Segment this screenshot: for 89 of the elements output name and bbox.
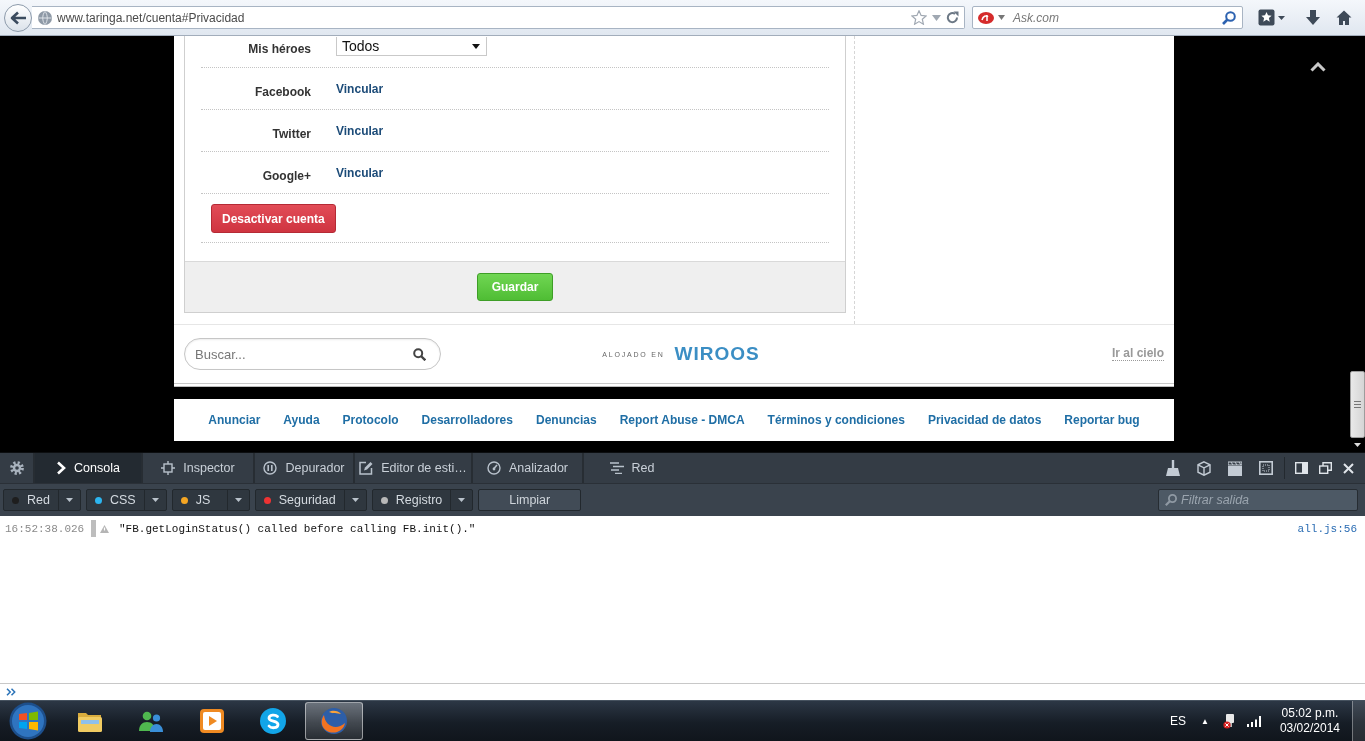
folder-icon bbox=[77, 710, 103, 732]
bookmarks-icon[interactable] bbox=[1258, 9, 1285, 26]
caret-icon bbox=[151, 498, 159, 502]
pause-icon bbox=[263, 461, 278, 475]
warning-icon bbox=[100, 524, 109, 533]
footer-link[interactable]: Desarrolladores bbox=[421, 413, 513, 427]
side-panel-icon[interactable] bbox=[1295, 462, 1308, 474]
restore-window-icon[interactable] bbox=[1319, 462, 1332, 474]
caret-icon bbox=[472, 43, 480, 49]
dropdown[interactable]: Todos bbox=[336, 37, 487, 56]
back-button[interactable] bbox=[4, 3, 32, 32]
reload-icon[interactable] bbox=[946, 11, 959, 24]
globe-icon bbox=[321, 708, 347, 734]
search-icon[interactable] bbox=[413, 347, 426, 361]
download-icon[interactable] bbox=[1306, 9, 1320, 26]
chevron-up-icon[interactable] bbox=[1310, 62, 1326, 72]
footer-link[interactable]: Anunciar bbox=[208, 413, 261, 427]
timestamp: 16:52:38.026 bbox=[4, 522, 86, 535]
filter-button[interactable]: JS bbox=[171, 489, 250, 511]
footer-link[interactable]: Ayuda bbox=[283, 413, 320, 427]
taskbar-app[interactable] bbox=[305, 702, 363, 740]
footer-link[interactable]: Términos y condiciones bbox=[767, 413, 905, 427]
field-label: Mis héroes bbox=[247, 42, 311, 56]
search-engine-icon bbox=[978, 11, 994, 24]
cube-icon[interactable] bbox=[1197, 460, 1211, 476]
console-chevron-icon bbox=[56, 461, 67, 475]
devtools-tab[interactable]: Consola bbox=[33, 453, 141, 483]
frame-icon[interactable] bbox=[1259, 461, 1273, 475]
deactivate-button[interactable]: Desactivar cuenta bbox=[211, 204, 336, 233]
scrollbar-thumb[interactable] bbox=[1349, 371, 1365, 438]
footer-link[interactable]: Reportar bug bbox=[1064, 413, 1140, 427]
field-label: Twitter bbox=[271, 127, 311, 141]
footer-link[interactable]: Report Abuse - DMCA bbox=[619, 413, 745, 427]
footer-link[interactable]: Protocolo bbox=[342, 413, 399, 427]
url-field[interactable]: www.taringa.net/cuenta#Privacidad bbox=[32, 6, 965, 29]
field-label: Google+ bbox=[261, 169, 311, 183]
footer-link[interactable]: Denuncias bbox=[536, 413, 597, 427]
search-field[interactable]: Ask.com bbox=[972, 6, 1243, 29]
grip-icon bbox=[1353, 401, 1361, 408]
console-input[interactable] bbox=[0, 683, 1365, 700]
edit-icon bbox=[359, 461, 374, 475]
link[interactable]: Vincular bbox=[336, 82, 384, 96]
show-desktop-button[interactable] bbox=[1352, 701, 1365, 741]
search-icon bbox=[1165, 494, 1177, 506]
inspect-square-icon bbox=[161, 461, 176, 475]
clock-time[interactable]: 05:02 p.m. bbox=[1281, 706, 1339, 721]
list-lines-icon bbox=[609, 462, 624, 474]
clear-button[interactable]: Limpiar bbox=[478, 489, 582, 511]
caret-icon bbox=[66, 498, 73, 502]
language-indicator[interactable]: ES bbox=[1170, 714, 1186, 728]
settings-icon[interactable] bbox=[9, 461, 24, 475]
gauge-icon bbox=[486, 461, 501, 475]
link[interactable]: Vincular bbox=[336, 124, 384, 138]
footer-link[interactable]: Privacidad de datos bbox=[927, 413, 1042, 427]
link[interactable]: Vincular bbox=[336, 166, 384, 180]
star-icon[interactable] bbox=[911, 10, 927, 25]
network-error-icon[interactable] bbox=[1222, 713, 1237, 729]
clock-date[interactable]: 03/02/2014 bbox=[1279, 721, 1340, 736]
people-icon bbox=[138, 710, 164, 732]
tray-toggle[interactable]: ▲ bbox=[1201, 716, 1209, 726]
close-icon[interactable] bbox=[1343, 462, 1354, 474]
home-icon[interactable] bbox=[1336, 10, 1352, 25]
search-icon[interactable] bbox=[1222, 10, 1236, 25]
globe-icon bbox=[38, 10, 52, 25]
host-logo[interactable]: WIROOS bbox=[674, 343, 760, 365]
url-text: www.taringa.net/cuenta#Privacidad bbox=[57, 10, 245, 25]
back-arrow-icon bbox=[10, 10, 26, 25]
search-placeholder: Ask.com bbox=[1013, 10, 1059, 25]
console-message: "FB.getLoginStatus() called before calling FB.init()." bbox=[119, 522, 476, 535]
search-placeholder: Buscar... bbox=[195, 346, 247, 362]
filter-button[interactable]: Registro bbox=[371, 489, 474, 511]
field-label: Facebook bbox=[254, 85, 311, 99]
caret-icon bbox=[458, 498, 466, 502]
scroll-down-icon[interactable] bbox=[1353, 443, 1361, 447]
filter-button[interactable]: Red bbox=[3, 489, 81, 511]
chat-icon bbox=[260, 708, 286, 734]
filter-button[interactable]: CSS bbox=[86, 489, 167, 511]
caret-icon[interactable] bbox=[998, 15, 1005, 20]
broom-icon[interactable] bbox=[1166, 460, 1180, 476]
source-link[interactable]: all.js:56 bbox=[1297, 522, 1357, 535]
signal-icon[interactable] bbox=[1246, 715, 1262, 727]
play-icon bbox=[200, 709, 224, 733]
prompt-chevrons-icon bbox=[6, 688, 16, 696]
filter-button[interactable]: Seguridad bbox=[254, 489, 367, 511]
clapperboard-icon[interactable] bbox=[1228, 460, 1242, 476]
start-orb-icon[interactable] bbox=[9, 702, 47, 740]
caret-icon bbox=[351, 498, 359, 502]
caret-icon bbox=[234, 498, 242, 502]
filter-placeholder: Filtrar salida bbox=[1181, 493, 1250, 507]
